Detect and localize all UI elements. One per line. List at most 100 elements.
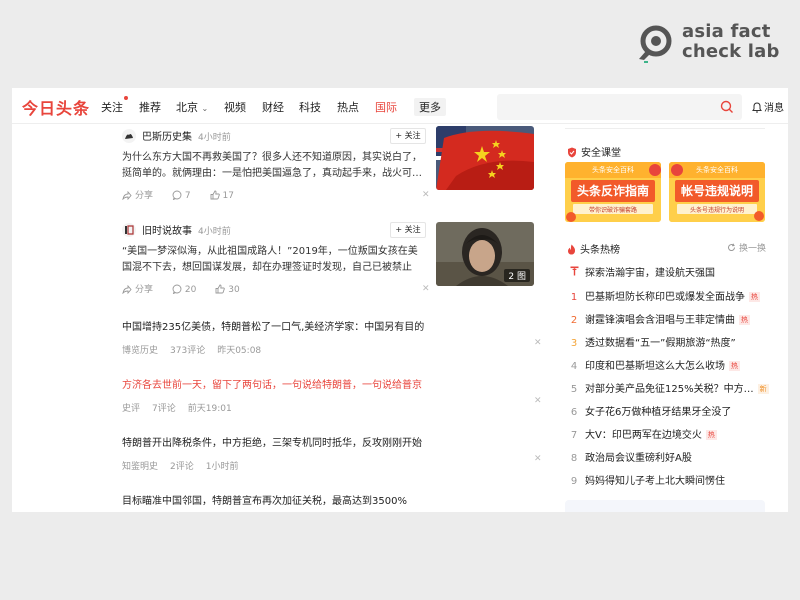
- hot-item-text[interactable]: 大V：印巴两军在边境交火: [585, 430, 702, 441]
- refresh-button[interactable]: 换一换: [727, 241, 766, 254]
- thumbs-up-icon: [215, 284, 225, 294]
- hot-item-text[interactable]: 女子花6万做种植牙结果牙全没了: [585, 407, 731, 418]
- hot-item[interactable]: 1 巴基斯坦防长称印巴或爆发全面战争热: [567, 288, 767, 306]
- hot-item[interactable]: 4 印度和巴基斯坦这么大怎么收场热: [567, 357, 767, 375]
- hot-rank: 2: [570, 315, 578, 326]
- card-source: 巴斯历史集 4小时前: [122, 128, 231, 144]
- list-item[interactable]: 目标瞄准中国邻国，特朗普宣布再次加征关税，最高达到3500%: [122, 492, 542, 507]
- hot-item-text[interactable]: 印度和巴基斯坦这么大怎么收场: [585, 361, 725, 372]
- browser-page: 今日头条 关注 推荐 北京 ⌄ 视频 财经 科技 热点 国际 更多 消息 巴斯历…: [12, 88, 788, 512]
- list-item[interactable]: 方济各去世前一天，留下了两句话，一句说给特朗普，一句说给普京 史评 7评论 前天19…: [122, 376, 542, 414]
- hot-item[interactable]: 5 对部分美产品免征125%关税？中方… 新: [567, 380, 769, 398]
- hot-list-title: 头条热榜: [567, 241, 620, 256]
- follow-button[interactable]: + 关注: [390, 222, 426, 238]
- article-title[interactable]: 特朗普开出降税条件，中方拒绝，三架专机同时抵华，反攻刚刚开始: [122, 434, 542, 449]
- nav-item-more[interactable]: 更多: [414, 98, 446, 116]
- hot-item-text[interactable]: 对部分美产品免征125%关税？中方…: [585, 384, 754, 395]
- hot-badge: 热: [739, 315, 750, 325]
- nav-item-finance[interactable]: 财经: [262, 99, 284, 115]
- article-meta: 知鉴明史 2评论 1小时前: [122, 462, 239, 472]
- hot-item[interactable]: 9 妈妈得知儿子考上北大瞬间愣住: [567, 472, 767, 490]
- watermark-line1: asia fact: [682, 21, 771, 42]
- banner-title: 头条反诈指南: [576, 184, 649, 198]
- card-source: 旧时说故事 4小时前: [122, 222, 231, 238]
- article-title[interactable]: 方济各去世前一天，留下了两句话，一句说给特朗普，一句说给普京: [122, 376, 542, 391]
- dislike-close-icon[interactable]: ✕: [422, 284, 430, 294]
- like-button[interactable]: 17: [210, 190, 234, 201]
- dislike-close-icon[interactable]: ✕: [534, 338, 542, 348]
- nav-item-video[interactable]: 视频: [224, 99, 246, 115]
- hot-item[interactable]: 7 大V：印巴两军在边境交火热: [567, 426, 767, 444]
- asia-fact-check-lab-watermark: asia fact check lab: [634, 20, 784, 66]
- source-name[interactable]: 旧时说故事: [142, 226, 192, 237]
- shield-icon: [568, 147, 576, 158]
- list-item[interactable]: 中国增持235亿美债，特朗普松了一口气,美经济学家：中国另有目的 博览历史 373…: [122, 318, 542, 356]
- new-badge: 新: [757, 384, 769, 394]
- list-item[interactable]: 特朗普开出降税条件，中方拒绝，三架专机同时抵华，反攻刚刚开始 知鉴明史 2评论 1小…: [122, 434, 542, 472]
- like-button[interactable]: 30: [215, 284, 240, 295]
- hot-item-text[interactable]: 妈妈得知儿子考上北大瞬间愣住: [585, 476, 725, 487]
- hot-item-text[interactable]: 巴基斯坦防长称印巴或爆发全面战争: [585, 292, 745, 303]
- messages-button[interactable]: 消息: [752, 99, 784, 114]
- notification-dot: [124, 96, 128, 100]
- safety-section-title: 安全课堂: [567, 144, 621, 159]
- hot-rank: 1: [570, 292, 578, 303]
- hot-item[interactable]: 3 透过数据看“五一”假期旅游“热度”: [567, 334, 767, 352]
- avatar[interactable]: [122, 129, 136, 143]
- hot-item-text[interactable]: 探索浩瀚宇宙，建设航天强国: [585, 268, 715, 279]
- card-excerpt[interactable]: “美国一梦深似海，从此祖国成路人！”2019年，一位叛国女孩在美国混不下去，想回…: [122, 244, 426, 276]
- hot-item-text[interactable]: 透过数据看“五一”假期旅游“热度”: [585, 338, 736, 349]
- hot-item[interactable]: 2 谢霆锋演唱会含泪唱与王菲定情曲热: [567, 311, 767, 329]
- nav-item-international[interactable]: 国际: [375, 99, 397, 115]
- follow-button[interactable]: + 关注: [390, 128, 426, 144]
- nav-item-recommend[interactable]: 推荐: [139, 99, 161, 115]
- share-button[interactable]: 分享: [122, 282, 153, 295]
- search-input[interactable]: [497, 94, 742, 120]
- hot-item[interactable]: 6 女子花6万做种植牙结果牙全没了: [567, 403, 767, 421]
- magnifier-logo-icon: [639, 25, 672, 63]
- comment-button[interactable]: 20: [172, 284, 196, 295]
- card-excerpt[interactable]: 为什么东方大国不再救美国了？很多人还不知道原因，其实说白了，挺简单的。就俩理由：…: [122, 150, 426, 182]
- search-icon[interactable]: [720, 100, 734, 114]
- top-nav: 今日头条 关注 推荐 北京 ⌄ 视频 财经 科技 热点 国际 更多 消息: [12, 88, 788, 124]
- hot-item-text[interactable]: 政治局会议重磅利好A股: [585, 453, 692, 464]
- banner-subtitle: 头条号违规行为说明: [689, 207, 744, 214]
- thumbs-up-icon: [210, 190, 220, 200]
- article-title[interactable]: 中国增持235亿美债，特朗普松了一口气,美经济学家：中国另有目的: [122, 318, 542, 333]
- hot-item-text[interactable]: 谢霆锋演唱会含泪唱与王菲定情曲: [585, 315, 735, 326]
- banner-kicker: 头条安全百科: [592, 166, 634, 174]
- nav-item-tech[interactable]: 科技: [299, 99, 321, 115]
- pin-icon: [567, 266, 581, 279]
- hot-item[interactable]: 8 政治局会议重磅利好A股: [567, 449, 767, 467]
- card-thumbnail[interactable]: [436, 126, 534, 190]
- bell-icon: [752, 102, 762, 113]
- comment-icon: [172, 190, 182, 201]
- card-thumbnail[interactable]: 2 图: [436, 222, 534, 286]
- hot-item-pinned[interactable]: 探索浩瀚宇宙，建设航天强国: [567, 264, 767, 282]
- news-feed: 巴斯历史集 4小时前 + 关注 为什么东方大国不再救美国了？很多人还不知道原因，其…: [12, 124, 552, 512]
- nav-item-hot[interactable]: 热点: [337, 99, 359, 115]
- china-us-flags-image: [436, 126, 534, 190]
- dislike-close-icon[interactable]: ✕: [534, 396, 542, 406]
- article-title[interactable]: 目标瞄准中国邻国，特朗普宣布再次加征关税，最高达到3500%: [122, 492, 542, 507]
- banner-subtitle: 带你识破诈骗套路: [588, 207, 637, 214]
- post-time: 4小时前: [198, 227, 231, 237]
- nav-item-beijing[interactable]: 北京 ⌄: [176, 99, 208, 115]
- hot-rank: 8: [570, 453, 578, 464]
- source-name[interactable]: 巴斯历史集: [142, 132, 192, 143]
- anti-fraud-guide-banner[interactable]: 头条安全百科 头条反诈指南 带你识破诈骗套路: [565, 162, 661, 222]
- hot-rank: 3: [570, 338, 578, 349]
- hot-badge: 热: [705, 430, 717, 440]
- card-actions: 分享 7 17: [122, 188, 250, 201]
- comment-button[interactable]: 7: [172, 190, 191, 201]
- share-button[interactable]: 分享: [122, 188, 153, 201]
- share-icon: [122, 284, 132, 295]
- nav-item-follow[interactable]: 关注: [101, 96, 128, 115]
- share-icon: [122, 190, 132, 201]
- dislike-close-icon[interactable]: ✕: [422, 190, 430, 200]
- banner-title: 帐号违规说明: [680, 184, 753, 198]
- toutiao-logo[interactable]: 今日头条: [22, 95, 90, 119]
- avatar[interactable]: [122, 223, 136, 237]
- account-violation-banner[interactable]: 头条安全百科 帐号违规说明 头条号违规行为说明: [669, 162, 765, 222]
- dislike-close-icon[interactable]: ✕: [534, 454, 542, 464]
